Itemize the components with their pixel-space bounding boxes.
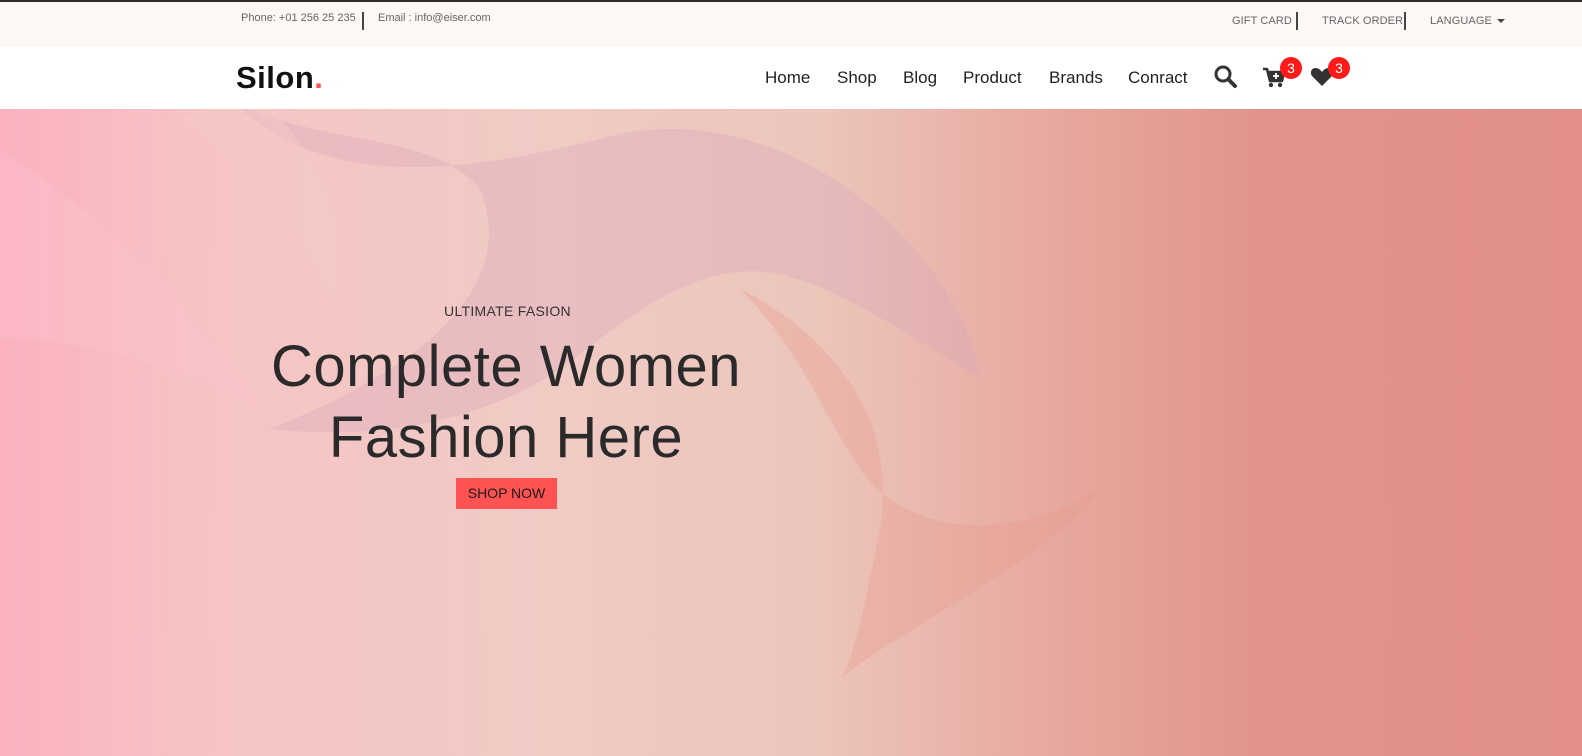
language-label: LANGUAGE xyxy=(1430,15,1492,27)
hero-banner: ULTIMATE FASION Complete Women Fashion H… xyxy=(0,109,1582,756)
divider xyxy=(1404,12,1406,30)
divider xyxy=(362,12,364,30)
search-icon[interactable] xyxy=(1213,64,1239,90)
phone-info: Phone: +01 256 25 235 xyxy=(241,12,356,24)
email-info[interactable]: Email : info@eiser.com xyxy=(378,12,491,24)
nav-brands[interactable]: Brands xyxy=(1049,68,1103,88)
top-bar: Phone: +01 256 25 235 Email : info@eiser… xyxy=(0,2,1582,47)
shop-now-button[interactable]: SHOP NOW xyxy=(456,478,557,509)
cart-count-badge: 3 xyxy=(1280,57,1302,79)
track-order-link[interactable]: TRACK ORDER xyxy=(1322,15,1403,27)
nav-blog[interactable]: Blog xyxy=(903,68,937,88)
nav-home[interactable]: Home xyxy=(765,68,810,88)
logo[interactable]: Silon. xyxy=(236,60,323,96)
nav-product[interactable]: Product xyxy=(963,68,1022,88)
nav-contact[interactable]: Conract xyxy=(1128,68,1188,88)
main-navbar: Silon. Home Shop Blog Product Brands Con… xyxy=(0,47,1582,109)
language-dropdown[interactable]: LANGUAGE xyxy=(1430,15,1505,27)
wishlist-count-badge: 3 xyxy=(1328,57,1350,79)
hero-title: Complete Women Fashion Here xyxy=(206,331,806,473)
gift-card-link[interactable]: GIFT CARD xyxy=(1232,15,1292,27)
logo-dot: . xyxy=(314,60,324,95)
nav-shop[interactable]: Shop xyxy=(837,68,877,88)
divider xyxy=(1296,12,1298,30)
caret-down-icon xyxy=(1496,19,1505,24)
hero-title-line: Complete Women xyxy=(270,334,742,399)
hero-title-line: Fashion Here xyxy=(328,405,684,470)
hero-subtitle: ULTIMATE FASION xyxy=(444,303,571,319)
logo-text: Silon xyxy=(236,60,315,95)
